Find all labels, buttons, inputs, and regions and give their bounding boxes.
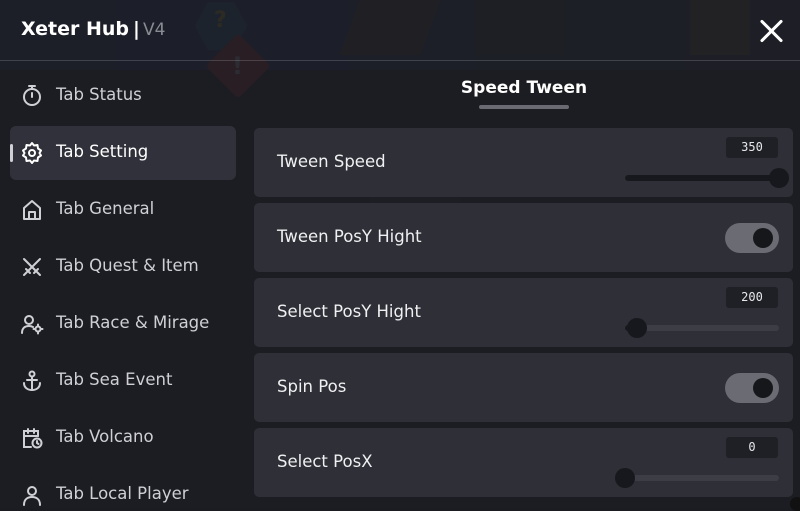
setting-label: Tween Speed: [277, 152, 386, 171]
tab-quest-item-label: Tab Quest & Item: [56, 256, 199, 275]
version-label: V4: [143, 20, 166, 40]
slider-thumb[interactable]: [615, 468, 635, 488]
tab-general[interactable]: Tab General: [10, 183, 236, 237]
setting-label: Spin Pos: [277, 377, 347, 396]
spin-pos-toggle[interactable]: [725, 373, 779, 403]
setting-row-tween-speed: Tween Speed 350: [254, 128, 793, 197]
tab-volcano[interactable]: Tab Volcano: [10, 411, 236, 465]
tab-volcano-label: Tab Volcano: [56, 427, 154, 446]
window-header: Xeter Hub | V4: [0, 0, 800, 61]
setting-row-tween-posy: Tween PosY Hight: [254, 203, 793, 272]
home-icon: [20, 198, 44, 222]
select-posx-slider[interactable]: [615, 468, 779, 488]
toggle-knob: [753, 378, 773, 398]
person-icon: [20, 483, 44, 507]
slider-value-input[interactable]: 200: [726, 287, 778, 308]
section-title: Speed Tween: [460, 78, 588, 98]
title-text: Xeter Hub: [21, 18, 130, 40]
select-posy-slider[interactable]: [625, 318, 779, 338]
tab-race-mirage-label: Tab Race & Mirage: [56, 313, 210, 332]
setting-label: Select PosY Hight: [277, 302, 421, 321]
tab-sea-event[interactable]: Tab Sea Event: [10, 354, 236, 408]
tween-posy-toggle[interactable]: [725, 223, 779, 253]
slider-thumb[interactable]: [627, 318, 648, 338]
calendar-clock-icon: [20, 426, 44, 450]
setting-row-select-posy: Select PosY Hight 200: [254, 278, 793, 347]
tab-local-player-label: Tab Local Player: [56, 484, 189, 503]
gear-icon: [20, 141, 44, 165]
section-underline: [479, 105, 569, 109]
settings-list: Tween Speed 350 Tween PosY Hight Select …: [254, 128, 794, 508]
toggle-knob: [753, 228, 773, 248]
window-title: Xeter Hub |: [21, 18, 140, 40]
resize-handle[interactable]: [790, 497, 800, 511]
sidebar: Tab Status Tab Setting Tab General Tab Q…: [0, 64, 245, 508]
setting-row-spin-pos: Spin Pos: [254, 353, 793, 422]
slider-thumb[interactable]: [769, 168, 789, 188]
setting-label: Select PosX: [277, 452, 373, 471]
slider-fill: [625, 175, 779, 181]
tab-status[interactable]: Tab Status: [10, 69, 236, 123]
slider-value-input[interactable]: 350: [726, 137, 778, 158]
hub-window: Xeter Hub | V4 Tab Status Tab Setting Tab…: [0, 0, 800, 511]
close-icon[interactable]: [757, 16, 787, 46]
crossed-swords-icon: [20, 255, 44, 279]
tab-general-label: Tab General: [56, 199, 155, 218]
tab-local-player[interactable]: Tab Local Player: [10, 468, 236, 508]
setting-row-select-posx: Select PosX 0: [254, 428, 793, 497]
slider-value-input[interactable]: 0: [726, 437, 778, 458]
tab-setting-label: Tab Setting: [56, 142, 149, 161]
user-settings-icon: [20, 312, 44, 336]
setting-label: Tween PosY Hight: [277, 227, 422, 246]
title-separator: |: [133, 18, 140, 40]
tab-race-mirage[interactable]: Tab Race & Mirage: [10, 297, 236, 351]
tab-status-label: Tab Status: [56, 85, 142, 104]
tab-quest-item[interactable]: Tab Quest & Item: [10, 240, 236, 294]
anchor-icon: [20, 369, 44, 393]
stopwatch-icon: [20, 84, 44, 108]
tab-sea-event-label: Tab Sea Event: [56, 370, 173, 389]
tween-speed-slider[interactable]: [625, 168, 789, 188]
tab-setting[interactable]: Tab Setting: [10, 126, 236, 180]
